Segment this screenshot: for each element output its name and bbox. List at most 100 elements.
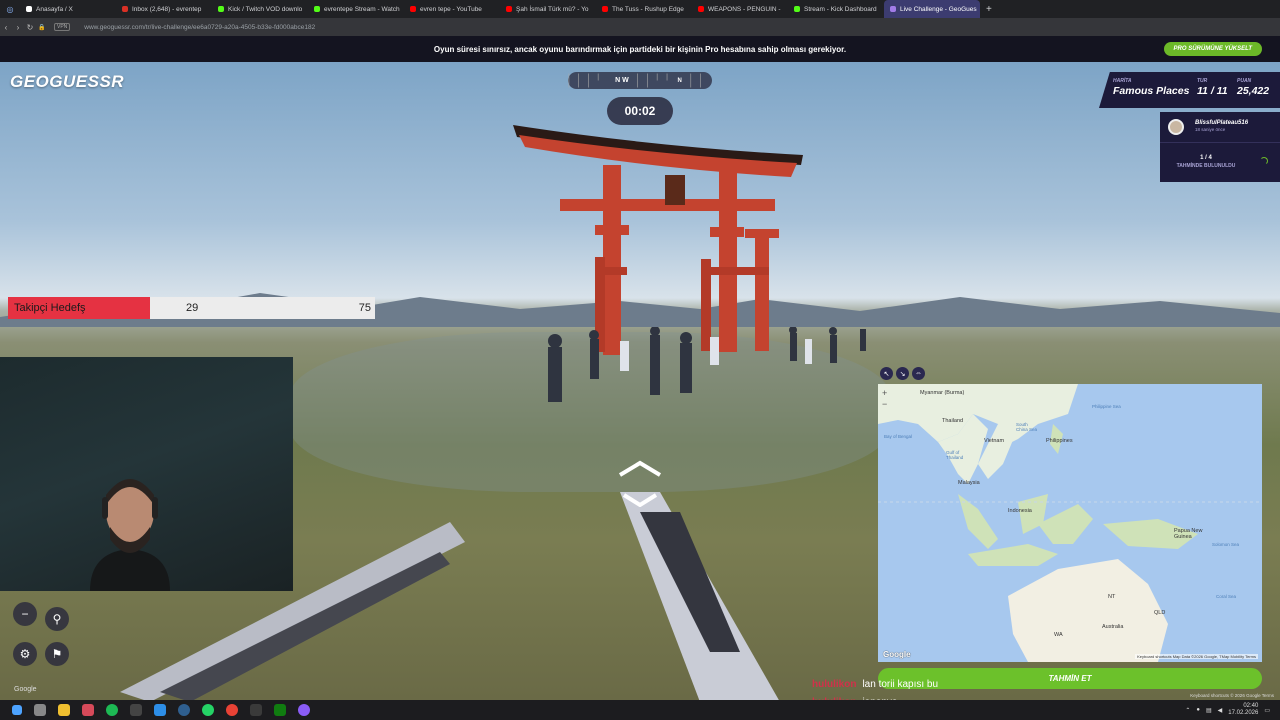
screen: ◎ Anasayfa / X Inbox (2,648) - evrentep Ki… (0, 0, 1280, 720)
chat-message: hululikon lan torii kapısı bu (812, 679, 938, 690)
map-label-australia: Australia (1102, 624, 1124, 630)
browser-icon[interactable] (298, 704, 310, 716)
map-zoom-in-button[interactable]: + (882, 388, 887, 399)
map-zoom-controls: + − (882, 388, 887, 410)
app2-icon[interactable] (154, 704, 166, 716)
guess-found-label: TAHMİNDE BULUNULDU (1176, 163, 1236, 169)
browser-tab[interactable]: Kick / Twitch VOD downlo (212, 0, 308, 18)
xbox-icon[interactable] (274, 704, 286, 716)
shrink-map-icon[interactable]: ↘ (896, 367, 909, 380)
browser-tab[interactable]: WEAPONS - PENGUIN - (692, 0, 788, 18)
map-zoom-out-button[interactable]: − (882, 399, 887, 410)
round-timer: 00:02 (607, 97, 673, 125)
guess-count: 1 / 4 (1200, 155, 1212, 161)
browser-tab[interactable]: evren tepe - YouTube (404, 0, 500, 18)
whatsapp-icon[interactable] (202, 704, 214, 716)
goal-label: Takipçi Hedefş (14, 302, 86, 314)
pro-banner: Oyun süresi sınırsız, ancak oyunu barınd… (0, 36, 1280, 62)
tray-chevron-icon[interactable]: ⌃ (1185, 707, 1190, 714)
browser-tab[interactable]: Anasayfa / X (20, 0, 116, 18)
browser-tab[interactable]: Inbox (2,648) - evrentep (116, 0, 212, 18)
browser-tab[interactable]: evrentepe Stream - Watch (308, 0, 404, 18)
clock-date: 17.02.2026 (1228, 710, 1259, 716)
streamer-graphic (90, 479, 170, 591)
loading-spinner-icon (1260, 157, 1268, 165)
map-landmass-graphic (878, 384, 1262, 662)
map-terms[interactable]: Keyboard shortcuts Map Data ©2026 Google… (1135, 654, 1258, 659)
taskview-icon[interactable] (34, 704, 46, 716)
steam-icon[interactable] (178, 704, 190, 716)
map-label-png: Papua New Guinea (1174, 528, 1203, 540)
compass: | | | | | | | NW | | | | | | N | | | | (568, 72, 712, 89)
guess-map[interactable]: + − Myanmar (Burma) Thailand Vietnam Phi… (878, 384, 1262, 662)
browser-tab[interactable]: Şah İsmail Türk mü? - Yo (500, 0, 596, 18)
notification-icon[interactable]: ▭ (1264, 707, 1270, 714)
forward-icon[interactable]: › (12, 23, 24, 32)
people-graphic (548, 327, 866, 402)
tab-favicon-icon (698, 6, 704, 12)
browser-tab[interactable]: Stream - Kick Dashboard (788, 0, 884, 18)
network-icon[interactable]: ▤ (1206, 707, 1212, 714)
settings-gear-icon[interactable]: ⚙ (13, 642, 37, 666)
microphone-icon[interactable]: ● (1196, 707, 1200, 713)
map-size-tools: ↖ ↘ ⇔ (880, 367, 925, 380)
avatar (1168, 119, 1184, 135)
tab-favicon-icon (314, 6, 320, 12)
browser-tab[interactable]: The Tuss - Rushup Edge (596, 0, 692, 18)
browser-tab-bar: ◎ Anasayfa / X Inbox (2,648) - evrentep Ki… (0, 0, 1280, 18)
system-tray: ⌃ ● ▤ ◀ 02:40 17.02.2026 ▭ (1185, 700, 1270, 720)
map-google-logo: Google (883, 650, 911, 659)
expand-map-icon[interactable]: ↖ (880, 367, 893, 380)
tab-favicon-icon (122, 6, 128, 12)
tab-favicon-icon (794, 6, 800, 12)
navigation-arrows[interactable] (612, 459, 668, 507)
banner-text: Oyun süresi sınırsız, ancak oyunu barınd… (433, 44, 847, 54)
tab-label: Kick / Twitch VOD downlo (228, 5, 303, 13)
score-value: 25,422 (1237, 85, 1270, 97)
spotify-icon[interactable] (106, 704, 118, 716)
tab-favicon-icon (890, 6, 896, 12)
map-label-thailand: Thailand (942, 418, 964, 424)
app-icon[interactable] (82, 704, 94, 716)
round-label: TUR (1197, 78, 1208, 84)
map-label: HARİTA (1113, 78, 1132, 84)
map-label-coral: Coral Sea (1216, 594, 1237, 599)
location-pin-icon[interactable]: ⚲ (45, 607, 69, 631)
compass-heading: NW (615, 77, 631, 84)
chrome-icon[interactable] (226, 704, 238, 716)
clock[interactable]: 02:40 17.02.2026 (1228, 703, 1258, 717)
round-value: 11 / 11 (1197, 85, 1228, 97)
pin-map-icon[interactable]: ⇔ (912, 367, 925, 380)
back-icon[interactable]: ‹ (0, 23, 12, 32)
tab-label: Stream - Kick Dashboard (804, 5, 877, 13)
start-icon[interactable] (12, 705, 22, 715)
obs-icon[interactable] (250, 704, 262, 716)
zoom-out-button[interactable]: − (13, 602, 37, 626)
map-label-bay: Bay of Bengal (884, 434, 913, 439)
player-name: BlissfulPlateau516 (1195, 120, 1249, 126)
tab-favicon-icon (218, 6, 224, 12)
flag-icon[interactable]: ⚑ (45, 642, 69, 666)
volume-icon[interactable]: ◀ (1218, 707, 1223, 714)
street-view[interactable]: GEOGUESSR | | | | | | | NW | | | | | | N… (0, 62, 1280, 700)
reload-icon[interactable]: ↻ (24, 23, 36, 32)
upgrade-pro-button[interactable]: PRO SÜRÜMÜNE YÜKSELT (1163, 42, 1262, 56)
chat-username: hululikon (812, 679, 857, 690)
explorer-icon[interactable] (58, 704, 70, 716)
browser-address-bar: ‹ › ↻ 🔒 VPN www.geoguessr.com/tr/live-ch… (0, 18, 1280, 36)
new-tab-button[interactable]: + (980, 4, 998, 15)
browser-menu-icon[interactable]: ◎ (0, 5, 20, 14)
vpn-badge[interactable]: VPN (54, 23, 71, 31)
google-watermark: Google (14, 686, 37, 693)
map-label-vietnam: Vietnam (984, 438, 1005, 444)
map-label-gulf: Gulf of Thailand (946, 450, 964, 460)
notes-icon[interactable] (130, 704, 142, 716)
browser-tab[interactable]: Live Challenge - GeoGues (884, 0, 980, 18)
tab-label: Şah İsmail Türk mü? - Yo (516, 5, 589, 13)
divider (1160, 142, 1280, 143)
map-value: Famous Places (1113, 85, 1190, 97)
tab-label: Inbox (2,648) - evrentep (132, 5, 202, 13)
sv-footer-links[interactable]: Keyboard shortcuts © 2026 Google Terms (1190, 693, 1274, 698)
game-status-panel: HARİTA Famous Places TUR 11 / 11 PUAN 25… (1099, 72, 1280, 108)
url-field[interactable]: www.geoguessr.com/tr/live-challenge/ee6a… (84, 24, 315, 31)
